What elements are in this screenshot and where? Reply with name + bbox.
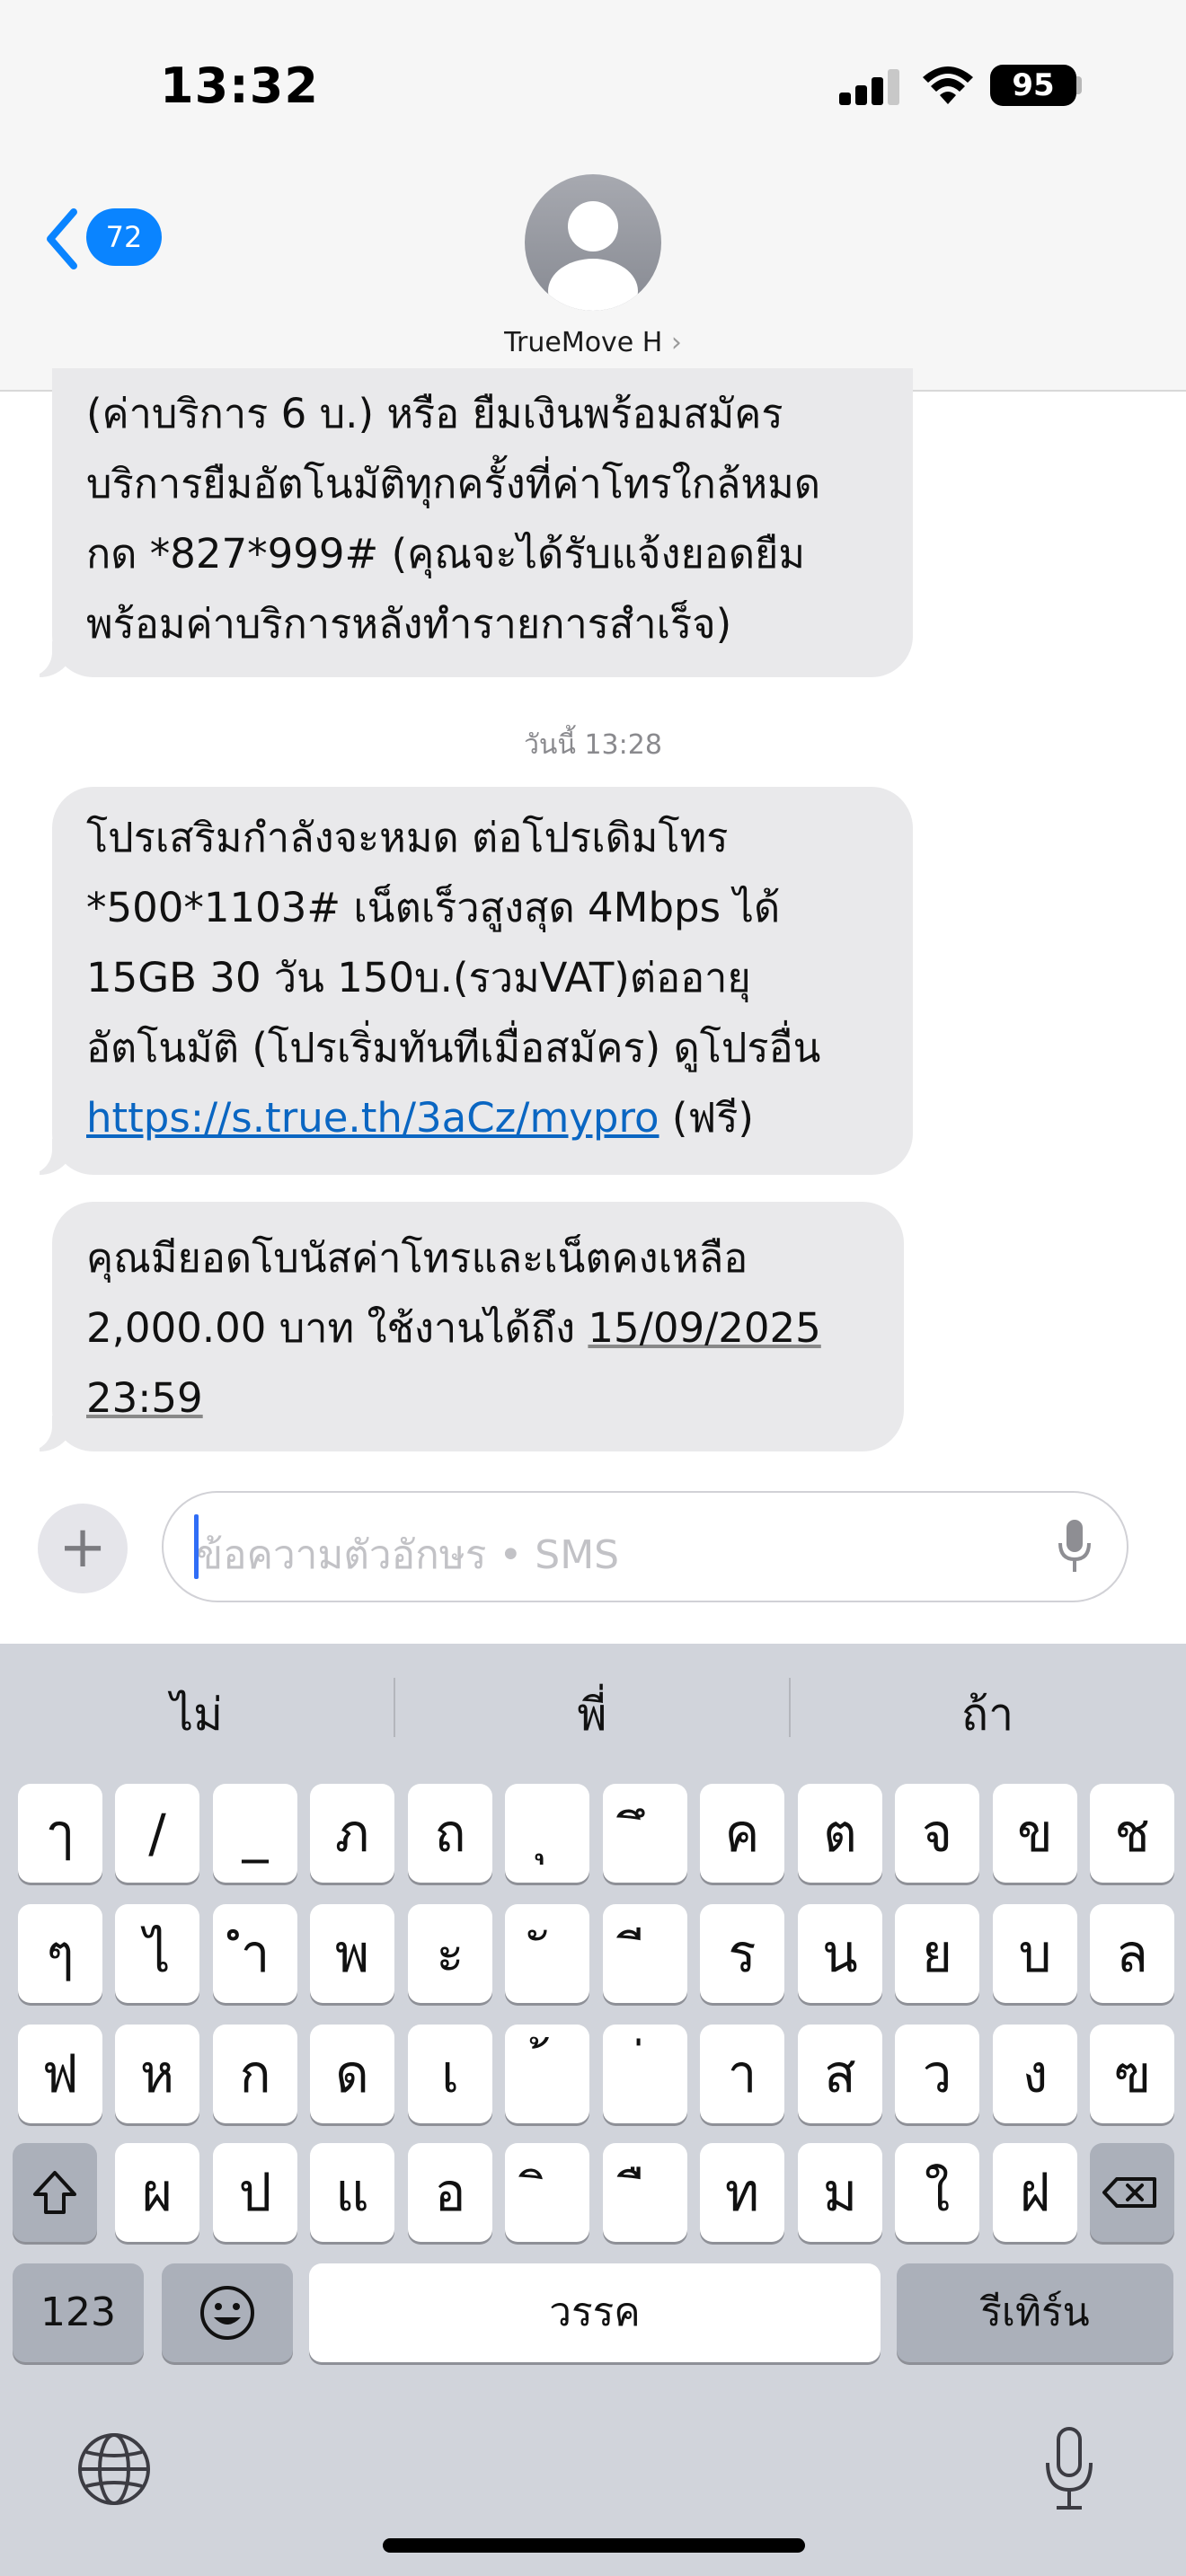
date-link[interactable]: 15/09/2025 bbox=[588, 1304, 820, 1352]
key[interactable]: า bbox=[700, 2025, 784, 2123]
delete-key[interactable] bbox=[1090, 2143, 1174, 2242]
back-chevron-icon[interactable] bbox=[43, 208, 79, 269]
link-suffix: (ฟรี) bbox=[659, 1094, 754, 1142]
message-line: 2,000.00 บาท ใช้งานได้ถึง 15/09/2025 bbox=[86, 1293, 870, 1363]
key[interactable]: ห bbox=[115, 2025, 199, 2123]
key[interactable]: น bbox=[798, 1904, 882, 2003]
key[interactable]: พ bbox=[310, 1904, 394, 2003]
message-line: โปรเสริมกำลังจะหมด ต่อโปรเดิมโทร bbox=[86, 814, 729, 861]
key[interactable]: บ bbox=[993, 1904, 1077, 2003]
contact-name-label: TrueMove H bbox=[504, 327, 663, 358]
key[interactable]: ป bbox=[213, 2143, 297, 2242]
message-line: พร้อมค่าบริการหลังทำรายการสำเร็จ) bbox=[86, 600, 732, 648]
suggestion-2[interactable]: พี่ bbox=[395, 1680, 789, 1751]
dictation-mic-icon[interactable] bbox=[1057, 1518, 1093, 1575]
keyboard-mic-icon[interactable] bbox=[1042, 2425, 1096, 2515]
key[interactable]: ุ bbox=[505, 1784, 589, 1883]
key[interactable]: ว bbox=[895, 2025, 979, 2123]
space-key[interactable]: วรรค bbox=[309, 2263, 881, 2362]
unread-count-badge[interactable]: 72 bbox=[86, 208, 162, 266]
key[interactable]: ค bbox=[700, 1784, 784, 1883]
shift-key[interactable] bbox=[13, 2143, 97, 2242]
backspace-icon bbox=[1102, 2177, 1156, 2208]
key[interactable]: ฝ bbox=[993, 2143, 1077, 2242]
key[interactable]: ส bbox=[798, 2025, 882, 2123]
suggestion-3[interactable]: ถ้า bbox=[791, 1680, 1184, 1751]
key[interactable]: ท bbox=[700, 2143, 784, 2242]
time-link[interactable]: 23:59 bbox=[86, 1374, 203, 1422]
message-line: 15GB 30 วัน 150บ.(รวมVAT)ต่ออายุ bbox=[86, 954, 751, 1001]
message-text: 2,000.00 บาท ใช้งานได้ถึง bbox=[86, 1304, 589, 1352]
key[interactable]: ข bbox=[993, 1784, 1077, 1883]
key[interactable]: แ bbox=[310, 2143, 394, 2242]
key[interactable]: ภ bbox=[310, 1784, 394, 1883]
contact-avatar[interactable] bbox=[525, 174, 661, 311]
battery-icon: 95 bbox=[990, 65, 1076, 106]
key[interactable]: ร bbox=[700, 1904, 784, 2003]
key[interactable]: ๆ bbox=[18, 1904, 102, 2003]
key[interactable]: ำ bbox=[213, 1904, 297, 2003]
key[interactable]: จ bbox=[895, 1784, 979, 1883]
message-bubble[interactable]: (ค่าบริการ 6 บ.) หรือ ยืมเงินพร้อมสมัคร … bbox=[52, 368, 913, 677]
key[interactable]: ึ bbox=[603, 1784, 687, 1883]
key[interactable]: ไ bbox=[115, 1904, 199, 2003]
key[interactable]: ั bbox=[505, 1904, 589, 2003]
contact-name[interactable]: TrueMove H › bbox=[449, 327, 737, 358]
key[interactable]: เ bbox=[408, 2025, 492, 2123]
key[interactable]: / bbox=[115, 1784, 199, 1883]
key[interactable]: ช bbox=[1090, 1784, 1174, 1883]
promo-link[interactable]: https://s.true.th/3aCz/mypro bbox=[86, 1094, 659, 1142]
emoji-key[interactable] bbox=[162, 2263, 293, 2362]
key[interactable]: ถ bbox=[408, 1784, 492, 1883]
message-line: กด *827*999# (คุณจะได้รับแจ้งยอดยืม bbox=[86, 530, 806, 578]
battery-level: 95 bbox=[1012, 67, 1055, 103]
shift-icon bbox=[33, 2171, 76, 2214]
message-line: คุณมียอดโบนัสค่าโทรและเน็ตคงเหลือ bbox=[86, 1234, 748, 1282]
contact-chevron-icon: › bbox=[670, 327, 682, 358]
cellular-signal-icon bbox=[839, 67, 900, 105]
key[interactable]: _ bbox=[213, 1784, 297, 1883]
message-input-placeholder: ข้อความตัวอักษร • SMS bbox=[196, 1532, 620, 1578]
home-indicator[interactable] bbox=[383, 2538, 805, 2553]
message-line: https://s.true.th/3aCz/mypro (ฟรี) bbox=[86, 1083, 879, 1153]
key[interactable]: ม bbox=[798, 2143, 882, 2242]
key[interactable]: ่ bbox=[603, 2025, 687, 2123]
key[interactable]: ฟ bbox=[18, 2025, 102, 2123]
return-key[interactable]: รีเทิร์น bbox=[897, 2263, 1173, 2362]
person-icon bbox=[548, 201, 638, 311]
key[interactable]: ๅ bbox=[18, 1784, 102, 1883]
key[interactable]: ต bbox=[798, 1784, 882, 1883]
message-timestamp: วันนี้ 13:28 bbox=[524, 729, 662, 761]
key[interactable]: ใ bbox=[895, 2143, 979, 2242]
text-caret bbox=[194, 1514, 199, 1579]
message-line: อัตโนมัติ (โปรเริ่มทันทีเมื่อสมัคร) ดูโป… bbox=[86, 1024, 821, 1072]
add-attachment-button[interactable]: + bbox=[38, 1504, 128, 1593]
globe-icon[interactable] bbox=[75, 2430, 153, 2508]
key[interactable]: ผ bbox=[115, 2143, 199, 2242]
key[interactable]: ้ bbox=[505, 2025, 589, 2123]
message-line: (ค่าบริการ 6 บ.) หรือ ยืมเงินพร้อมสมัคร bbox=[86, 390, 783, 437]
key[interactable]: ิ bbox=[505, 2143, 589, 2242]
emoji-icon bbox=[200, 2286, 254, 2340]
key[interactable]: ย bbox=[895, 1904, 979, 2003]
suggestion-1[interactable]: ไม่ bbox=[0, 1680, 394, 1751]
key[interactable]: ง bbox=[993, 2025, 1077, 2123]
message-bubble[interactable]: คุณมียอดโบนัสค่าโทรและเน็ตคงเหลือ 2,000.… bbox=[52, 1202, 904, 1451]
key[interactable]: ด bbox=[310, 2025, 394, 2123]
key[interactable]: ื bbox=[603, 2143, 687, 2242]
numbers-key[interactable]: 123 bbox=[13, 2263, 144, 2362]
message-line: บริการยืมอัตโนมัติทุกครั้งที่ค่าโทรใกล้ห… bbox=[86, 460, 821, 507]
battery-nub bbox=[1076, 76, 1082, 94]
status-time: 13:32 bbox=[160, 57, 319, 114]
key[interactable]: ะ bbox=[408, 1904, 492, 2003]
message-line: 23:59 bbox=[86, 1363, 870, 1434]
key[interactable]: ล bbox=[1090, 1904, 1174, 2003]
key[interactable]: อ bbox=[408, 2143, 492, 2242]
message-bubble[interactable]: โปรเสริมกำลังจะหมด ต่อโปรเดิมโทร *500*11… bbox=[52, 787, 913, 1175]
message-line: *500*1103# เน็ตเร็วสูงสุด 4Mbps ได้ bbox=[86, 884, 781, 931]
key[interactable]: ี bbox=[603, 1904, 687, 2003]
key[interactable]: ฃ bbox=[1090, 2025, 1174, 2123]
key[interactable]: ก bbox=[213, 2025, 297, 2123]
wifi-icon bbox=[923, 66, 973, 104]
